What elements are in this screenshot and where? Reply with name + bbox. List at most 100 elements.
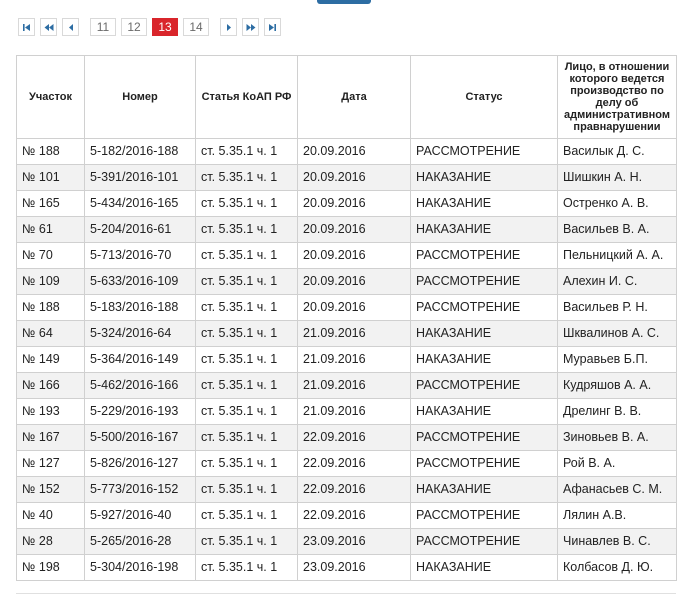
table-row[interactable]: № 70 5-713/2016-70 ст. 5.35.1 ч. 1 20.09.20… xyxy=(16,242,677,269)
cell-number: 5-265/2016-28 xyxy=(84,528,196,555)
cell-article: ст. 5.35.1 ч. 1 xyxy=(195,216,298,243)
table-row[interactable]: № 188 5-183/2016-188 ст. 5.35.1 ч. 1 20.09.… xyxy=(16,294,677,321)
cell-number: 5-364/2016-149 xyxy=(84,346,196,373)
table-row[interactable]: № 109 5-633/2016-109 ст. 5.35.1 ч. 1 20.09.… xyxy=(16,268,677,295)
table-row[interactable]: № 101 5-391/2016-101 ст. 5.35.1 ч. 1 20.09.… xyxy=(16,164,677,191)
cell-person: Остренко А. В. xyxy=(557,190,677,217)
cell-article: ст. 5.35.1 ч. 1 xyxy=(195,450,298,477)
page-link[interactable]: 12 xyxy=(121,18,147,36)
cell-district: № 188 xyxy=(16,294,85,321)
cell-date: 20.09.2016 xyxy=(297,164,411,191)
cell-date: 21.09.2016 xyxy=(297,372,411,399)
cell-status: НАКАЗАНИЕ xyxy=(410,190,558,217)
cell-status: НАКАЗАНИЕ xyxy=(410,554,558,581)
cell-person: Василык Д. С. xyxy=(557,138,677,165)
first-page-button[interactable] xyxy=(18,18,35,36)
cell-date: 20.09.2016 xyxy=(297,216,411,243)
cell-article: ст. 5.35.1 ч. 1 xyxy=(195,398,298,425)
cell-date: 20.09.2016 xyxy=(297,190,411,217)
table-row[interactable]: № 61 5-204/2016-61 ст. 5.35.1 ч. 1 20.09.20… xyxy=(16,216,677,243)
cell-status: РАССМОТРЕНИЕ xyxy=(410,242,558,269)
cell-status: НАКАЗАНИЕ xyxy=(410,320,558,347)
table-row[interactable]: № 40 5-927/2016-40 ст. 5.35.1 ч. 1 22.09.20… xyxy=(16,502,677,529)
cell-date: 21.09.2016 xyxy=(297,398,411,425)
cell-number: 5-773/2016-152 xyxy=(84,476,196,503)
cell-article: ст. 5.35.1 ч. 1 xyxy=(195,320,298,347)
cell-district: № 152 xyxy=(16,476,85,503)
cell-person: Лялин А.В. xyxy=(557,502,677,529)
cell-number: 5-500/2016-167 xyxy=(84,424,196,451)
top-action-button[interactable] xyxy=(317,0,371,4)
cell-status: РАССМОТРЕНИЕ xyxy=(410,502,558,529)
cell-date: 23.09.2016 xyxy=(297,554,411,581)
cell-status: НАКАЗАНИЕ xyxy=(410,164,558,191)
cases-table: Участок Номер Статья КоАП РФ Дата Статус… xyxy=(16,55,677,581)
table-row[interactable]: № 28 5-265/2016-28 ст. 5.35.1 ч. 1 23.09.20… xyxy=(16,528,677,555)
table-row[interactable]: № 166 5-462/2016-166 ст. 5.35.1 ч. 1 21.09.… xyxy=(16,372,677,399)
cell-number: 5-713/2016-70 xyxy=(84,242,196,269)
table-header-row: Участок Номер Статья КоАП РФ Дата Статус… xyxy=(16,55,677,139)
table-row[interactable]: № 198 5-304/2016-198 ст. 5.35.1 ч. 1 23.09.… xyxy=(16,554,677,581)
table-row[interactable]: № 193 5-229/2016-193 ст. 5.35.1 ч. 1 21.09.… xyxy=(16,398,677,425)
cell-date: 21.09.2016 xyxy=(297,346,411,373)
cell-article: ст. 5.35.1 ч. 1 xyxy=(195,372,298,399)
cell-person: Кудряшов А. А. xyxy=(557,372,677,399)
table-row[interactable]: № 64 5-324/2016-64 ст. 5.35.1 ч. 1 21.09.20… xyxy=(16,320,677,347)
cell-person: Шишкин А. Н. xyxy=(557,164,677,191)
first-page-icon xyxy=(23,23,30,31)
cell-article: ст. 5.35.1 ч. 1 xyxy=(195,528,298,555)
prev-block-button[interactable] xyxy=(40,18,57,36)
cell-number: 5-633/2016-109 xyxy=(84,268,196,295)
cell-district: № 198 xyxy=(16,554,85,581)
cell-status: РАССМОТРЕНИЕ xyxy=(410,528,558,555)
cell-date: 20.09.2016 xyxy=(297,138,411,165)
cell-article: ст. 5.35.1 ч. 1 xyxy=(195,190,298,217)
cell-number: 5-462/2016-166 xyxy=(84,372,196,399)
cell-status: РАССМОТРЕНИЕ xyxy=(410,138,558,165)
cell-person: Васильев В. А. xyxy=(557,216,677,243)
cell-district: № 165 xyxy=(16,190,85,217)
next-page-button[interactable] xyxy=(220,18,237,36)
cell-district: № 193 xyxy=(16,398,85,425)
cell-number: 5-324/2016-64 xyxy=(84,320,196,347)
cell-date: 22.09.2016 xyxy=(297,502,411,529)
cases-table-container: Участок Номер Статья КоАП РФ Дата Статус… xyxy=(16,55,677,581)
cell-district: № 64 xyxy=(16,320,85,347)
cell-person: Дрелинг В. В. xyxy=(557,398,677,425)
prev-page-icon xyxy=(68,23,73,31)
cell-article: ст. 5.35.1 ч. 1 xyxy=(195,294,298,321)
cell-date: 22.09.2016 xyxy=(297,450,411,477)
cell-number: 5-434/2016-165 xyxy=(84,190,196,217)
divider xyxy=(16,593,676,594)
table-row[interactable]: № 167 5-500/2016-167 ст. 5.35.1 ч. 1 22.09.… xyxy=(16,424,677,451)
table-row[interactable]: № 149 5-364/2016-149 ст. 5.35.1 ч. 1 21.09.… xyxy=(16,346,677,373)
page-link[interactable]: 14 xyxy=(183,18,209,36)
cell-number: 5-826/2016-127 xyxy=(84,450,196,477)
cell-status: РАССМОТРЕНИЕ xyxy=(410,424,558,451)
current-page[interactable]: 13 xyxy=(152,18,178,36)
table-row[interactable]: № 188 5-182/2016-188 ст. 5.35.1 ч. 1 20.09.… xyxy=(16,138,677,165)
cell-district: № 40 xyxy=(16,502,85,529)
page-link[interactable]: 11 xyxy=(90,18,116,36)
cell-district: № 109 xyxy=(16,268,85,295)
pagination: 11 12 13 14 xyxy=(18,18,281,38)
table-row[interactable]: № 127 5-826/2016-127 ст. 5.35.1 ч. 1 22.09.… xyxy=(16,450,677,477)
cell-date: 22.09.2016 xyxy=(297,476,411,503)
cell-status: РАССМОТРЕНИЕ xyxy=(410,294,558,321)
prev-page-button[interactable] xyxy=(62,18,79,36)
cell-article: ст. 5.35.1 ч. 1 xyxy=(195,268,298,295)
cell-person: Пельницкий А. А. xyxy=(557,242,677,269)
cell-article: ст. 5.35.1 ч. 1 xyxy=(195,502,298,529)
cell-status: НАКАЗАНИЕ xyxy=(410,398,558,425)
cell-date: 21.09.2016 xyxy=(297,320,411,347)
cell-district: № 149 xyxy=(16,346,85,373)
table-row[interactable]: № 165 5-434/2016-165 ст. 5.35.1 ч. 1 20.09.… xyxy=(16,190,677,217)
column-header-status: Статус xyxy=(410,55,558,139)
last-page-button[interactable] xyxy=(264,18,281,36)
cell-date: 20.09.2016 xyxy=(297,294,411,321)
cell-article: ст. 5.35.1 ч. 1 xyxy=(195,346,298,373)
cell-status: НАКАЗАНИЕ xyxy=(410,476,558,503)
next-block-button[interactable] xyxy=(242,18,259,36)
table-row[interactable]: № 152 5-773/2016-152 ст. 5.35.1 ч. 1 22.09.… xyxy=(16,476,677,503)
cell-person: Афанасьев С. М. xyxy=(557,476,677,503)
